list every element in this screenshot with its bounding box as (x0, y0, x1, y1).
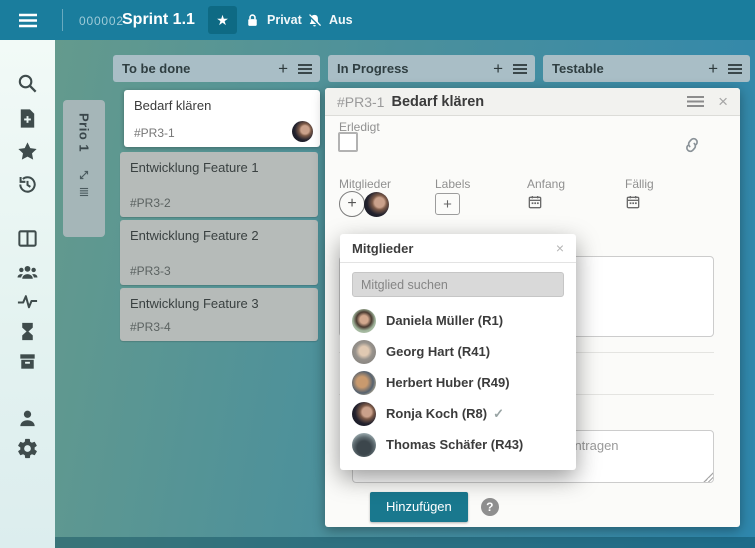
member-row-ronja[interactable]: Ronja Koch (R8) ✓ (340, 398, 576, 429)
card-pr3-4[interactable]: Entwicklung Feature 3 #PR3-4 (120, 288, 318, 341)
star-nav-icon[interactable] (16, 140, 39, 163)
team-icon[interactable] (16, 260, 39, 283)
card-pr3-1[interactable]: Bedarf klären #PR3-1 (124, 90, 320, 147)
column-header-testable: Testable + (543, 55, 750, 82)
card-pr3-3[interactable]: Entwicklung Feature 2 #PR3-3 (120, 220, 318, 285)
card-id: #PR3-3 (130, 264, 171, 278)
privacy-label: Privat (267, 13, 302, 27)
popup-close-icon[interactable]: × (556, 241, 564, 255)
lock-icon (244, 12, 261, 29)
swimlane-menu-icon[interactable] (77, 185, 91, 199)
star-icon: ★ (216, 12, 229, 29)
member-name: Herbert Huber (R49) (386, 375, 510, 390)
card-title: Entwicklung Feature 3 (130, 296, 309, 311)
help-icon[interactable]: ? (481, 498, 499, 516)
column-menu-icon[interactable] (513, 63, 527, 75)
add-comment-button[interactable]: Hinzufügen (370, 492, 468, 522)
user-icon[interactable] (16, 407, 39, 430)
app-window: 000002 Sprint 1.1 ★ Privat Aus (0, 0, 755, 548)
member-row-thomas[interactable]: Thomas Schäfer (R43) (340, 429, 576, 460)
collapse-diagonal-icon[interactable] (77, 168, 91, 182)
swimlane-prio1[interactable]: Prio 1 (63, 100, 105, 237)
column-title: In Progress (337, 61, 493, 76)
board-bottom-edge (55, 537, 755, 548)
notifications-toggle[interactable]: Aus (306, 0, 353, 40)
modal-card-title: Bedarf klären (391, 94, 687, 110)
add-card-icon[interactable]: + (493, 60, 503, 77)
board-title: Sprint 1.1 (122, 11, 195, 29)
plus-icon: + (347, 195, 356, 213)
hourglass-icon[interactable] (16, 320, 39, 343)
done-checkbox[interactable] (338, 132, 358, 152)
column-title: To be done (122, 61, 278, 76)
board-number: 000002 (79, 14, 124, 28)
favorite-button[interactable]: ★ (208, 6, 237, 34)
column-header-to-be-done: To be done + (113, 55, 320, 82)
member-list: Daniela Müller (R1) Georg Hart (R41) Her… (340, 297, 576, 460)
modal-menu-icon[interactable] (687, 95, 704, 108)
app-sidebar (0, 40, 55, 548)
members-popup: Mitglieder × Daniela Müller (R1) Georg H… (340, 234, 576, 470)
card-pr3-2[interactable]: Entwicklung Feature 1 #PR3-2 (120, 152, 318, 217)
card-title: Entwicklung Feature 2 (130, 228, 309, 243)
modal-card-id: #PR3-1 (337, 94, 384, 110)
labels-label: Labels (435, 177, 470, 191)
member-row-daniela[interactable]: Daniela Müller (R1) (340, 305, 576, 336)
assigned-member-avatar[interactable] (364, 192, 389, 217)
member-name: Georg Hart (R41) (386, 344, 490, 359)
topbar: 000002 Sprint 1.1 ★ Privat Aus (0, 0, 755, 40)
member-name: Thomas Schäfer (R43) (386, 437, 523, 452)
column-title: Testable (552, 61, 708, 76)
add-label-button[interactable]: + (435, 193, 460, 215)
start-date-calendar-icon[interactable] (527, 194, 543, 210)
member-row-georg[interactable]: Georg Hart (R41) (340, 336, 576, 367)
add-card-icon[interactable]: + (708, 60, 718, 77)
due-label: Fällig (625, 177, 654, 191)
add-member-button[interactable]: + (339, 191, 365, 217)
member-name: Ronja Koch (R8) (386, 406, 487, 421)
archive-icon[interactable] (16, 350, 39, 373)
modal-header: #PR3-1 Bedarf klären × (325, 88, 740, 116)
column-header-in-progress: In Progress + (328, 55, 535, 82)
member-row-herbert[interactable]: Herbert Huber (R49) (340, 367, 576, 398)
bell-off-icon (306, 12, 323, 29)
card-title: Bedarf klären (134, 98, 311, 113)
modal-close-icon[interactable]: × (718, 93, 728, 110)
activity-icon[interactable] (16, 290, 39, 313)
avatar (352, 309, 376, 333)
popup-header: Mitglieder × (340, 234, 576, 263)
start-label: Anfang (527, 177, 565, 191)
avatar (352, 340, 376, 364)
member-name: Daniela Müller (R1) (386, 313, 503, 328)
history-icon[interactable] (16, 173, 39, 196)
avatar (352, 371, 376, 395)
menu-icon[interactable] (18, 13, 38, 28)
note-add-icon[interactable] (16, 107, 39, 130)
question-glyph: ? (486, 500, 493, 514)
swimlane-label: Prio 1 (77, 113, 92, 152)
avatar (292, 121, 313, 142)
divider (62, 9, 63, 31)
avatar (352, 402, 376, 426)
search-icon[interactable] (16, 72, 39, 95)
card-id: #PR3-4 (130, 320, 171, 334)
settings-icon[interactable] (16, 437, 39, 460)
card-id: #PR3-1 (134, 126, 175, 140)
column-menu-icon[interactable] (728, 63, 742, 75)
column-menu-icon[interactable] (298, 63, 312, 75)
board-columns-icon[interactable] (16, 227, 39, 250)
notifications-label: Aus (329, 13, 353, 27)
due-date-calendar-icon[interactable] (625, 194, 641, 210)
add-card-icon[interactable]: + (278, 60, 288, 77)
popup-title: Mitglieder (352, 241, 556, 256)
link-icon[interactable] (682, 135, 702, 155)
card-id: #PR3-2 (130, 196, 171, 210)
card-title: Entwicklung Feature 1 (130, 160, 309, 175)
members-label: Mitglieder (339, 177, 391, 191)
avatar (352, 433, 376, 457)
selected-check-icon: ✓ (493, 406, 504, 422)
privacy-button[interactable]: Privat (244, 0, 302, 40)
plus-icon: + (443, 196, 452, 213)
member-search-input[interactable] (352, 272, 564, 297)
